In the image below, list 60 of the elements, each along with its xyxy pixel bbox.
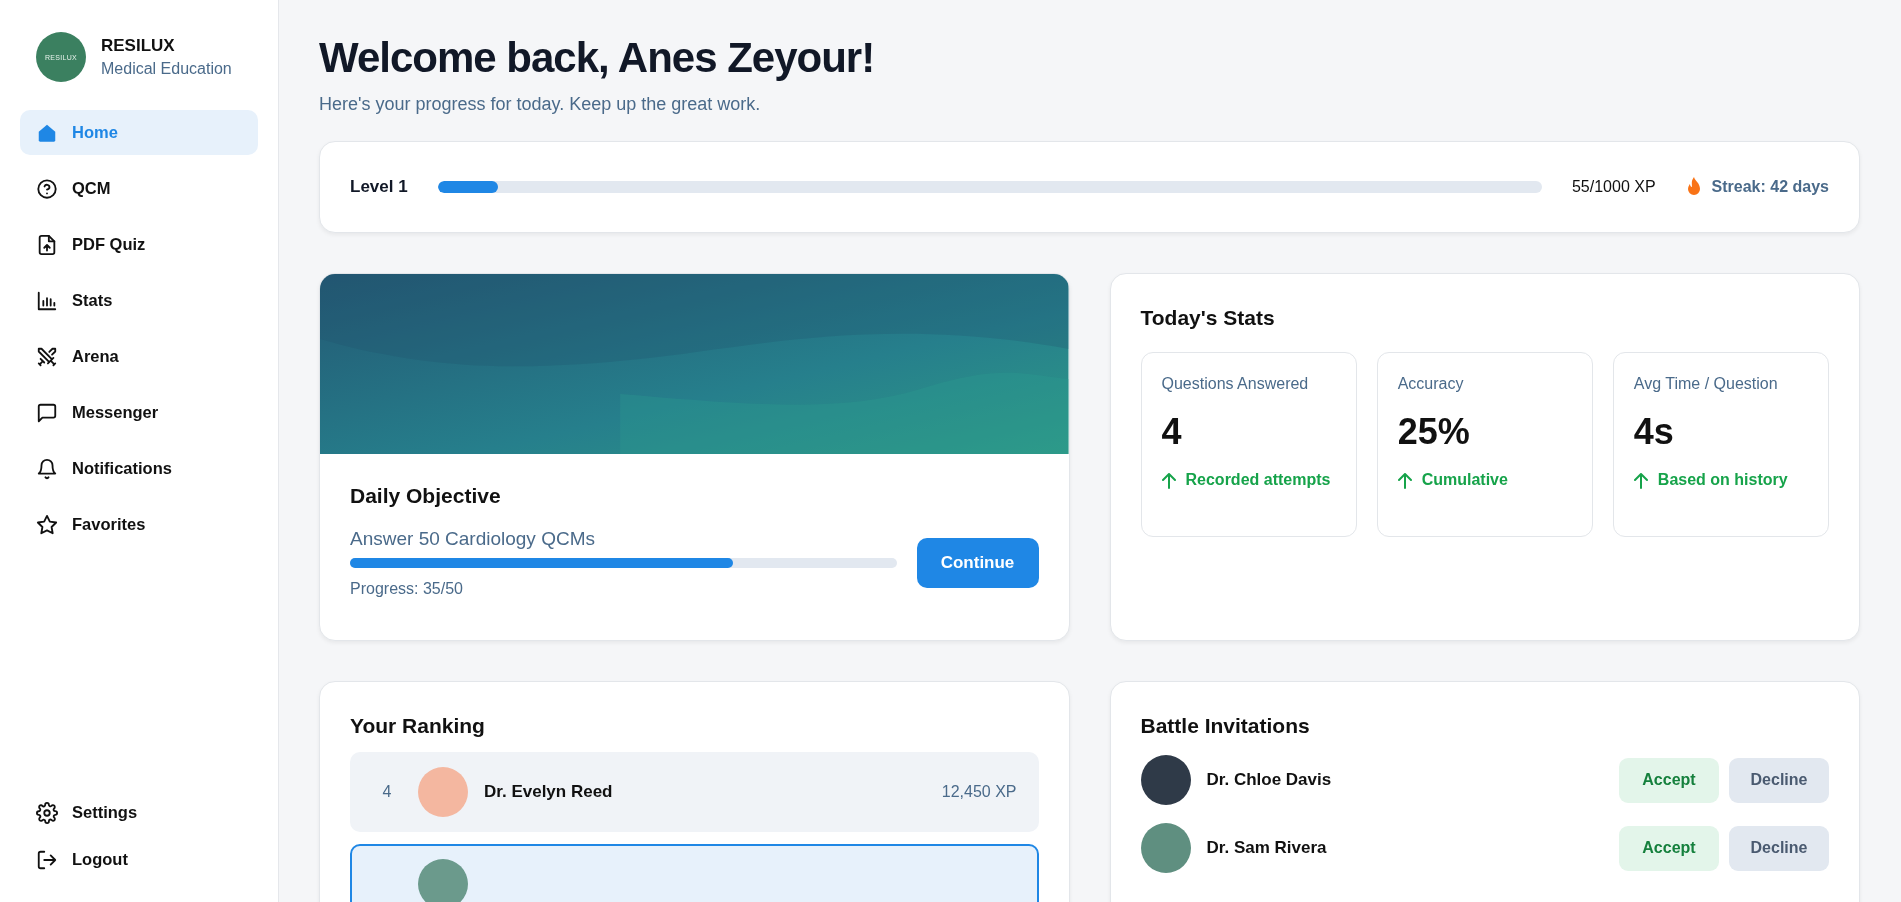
nav-item[interactable]: PDF Quiz [20,222,258,267]
objective-text: Answer 50 Cardiology QCMs [350,528,596,550]
stat-value: 4 [1161,411,1183,453]
player-name: Dr. Chloe Davis [1206,770,1333,790]
avatar [1140,823,1191,873]
stat-note: Recorded attempts [1185,470,1331,490]
stat-note: Cumulative [1421,470,1508,490]
arrow-up-icon [1633,473,1648,489]
nav-item[interactable]: Settings [20,790,258,835]
settings-icon [36,801,58,824]
xp-count: 55/1000 XP [1571,178,1656,196]
player-xp: 12,450 XP [941,783,1017,801]
stat-label: Accuracy [1397,375,1465,393]
decline-button[interactable]: Decline [1729,757,1829,803]
brand-subtitle: Medical Education [101,60,232,78]
page-subtitle: Here's your progress for today. Keep up the great work. [319,94,762,115]
star-icon [36,513,58,536]
file-upload-icon [36,233,58,256]
stat-label: Questions Answered [1161,375,1310,393]
accept-button[interactable]: Accept [1619,757,1719,803]
nav-item[interactable]: Messenger [20,390,258,435]
nav-item[interactable]: Notifications [20,446,258,491]
progress-text: Progress: 35/50 [350,580,464,598]
stat-value: 25% [1397,411,1471,453]
nav-item[interactable]: QCM [20,166,258,211]
arrow-up-icon [1161,473,1176,489]
card-title: Your Ranking [350,714,486,738]
ranking-row[interactable] [350,844,1039,902]
avatar [1140,755,1191,805]
brand-name: RESILUX [101,36,176,56]
card-title: Daily Objective [350,484,502,508]
nav-item[interactable]: Stats [20,278,258,323]
crossed-swords-icon [36,345,58,368]
arrow-up-icon [1397,473,1412,489]
ranking-row[interactable]: 4 Dr. Evelyn Reed 12,450 XP [350,752,1039,832]
decline-button[interactable]: Decline [1729,825,1829,871]
card-title: Today's Stats [1140,306,1276,330]
accept-button[interactable]: Accept [1619,825,1719,871]
logout-icon [36,848,58,871]
player-name: Dr. Evelyn Reed [484,782,614,802]
question-icon [36,177,58,200]
stat-label: Avg Time / Question [1633,375,1779,393]
avatar [418,859,468,902]
bell-icon [36,457,58,480]
bar-chart-icon [36,289,58,312]
continue-button[interactable]: Continue [916,538,1039,588]
level-label: Level 1 [350,177,408,197]
avatar [418,767,468,817]
nav-item[interactable]: Logout [20,837,258,882]
flame-icon [1685,177,1702,197]
stat-value: 4s [1633,411,1675,453]
nav-item[interactable]: Favorites [20,502,258,547]
chat-bubble-icon [36,401,58,424]
player-name: Dr. Sam Rivera [1206,838,1328,858]
stat-note: Based on history [1657,470,1788,490]
rank-number: 4 [381,783,393,801]
nav-item[interactable]: Arena [20,334,258,379]
page-title: Welcome back, Anes Zeyour! [319,34,876,82]
streak-label: Streak: 42 days [1711,178,1829,196]
card-title: Battle Invitations [1140,714,1311,738]
